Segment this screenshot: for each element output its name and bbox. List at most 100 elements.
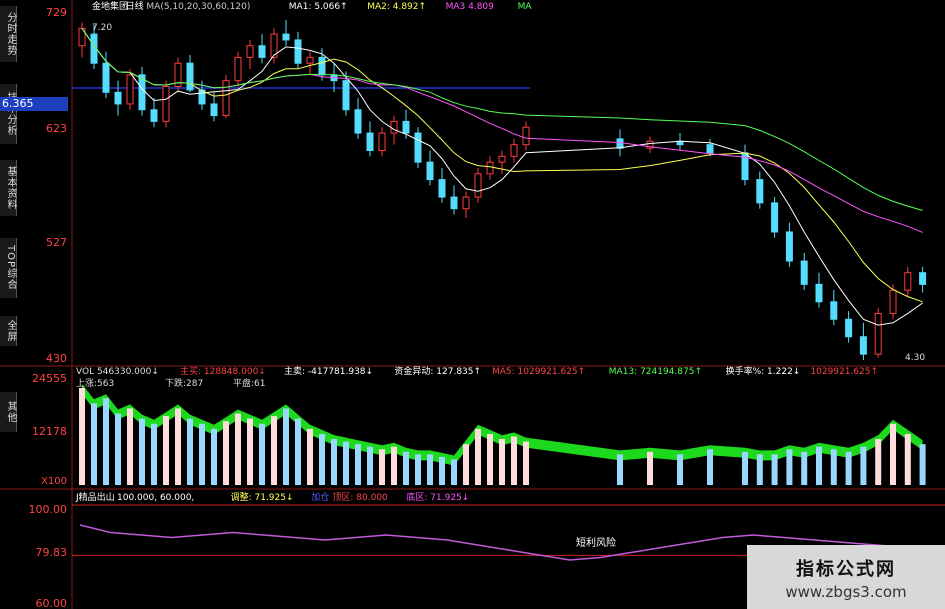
volume-bar: [786, 449, 793, 485]
price-header-item: MA: [518, 2, 533, 12]
volume-bar: [163, 416, 169, 485]
candle-body: [378, 132, 386, 152]
candle-body: [246, 45, 254, 58]
watermark-url: www.zbgs3.com: [785, 583, 907, 601]
volume-header-item: 资金异动: 127.835↑: [394, 365, 481, 377]
volume-bar: [307, 428, 313, 485]
volume-bar: [103, 398, 109, 485]
volume-bar: [890, 423, 896, 485]
volume-bar: [223, 421, 229, 485]
ma20-line: [81, 28, 923, 233]
indicator-axis-label: 79.83: [36, 546, 68, 559]
volume-axis-label: 12178: [32, 425, 67, 438]
volume-bar: [355, 444, 361, 485]
price-header-item: MA3 4.809: [446, 2, 495, 12]
price-header-item: MA1: 5.066↑: [289, 2, 348, 12]
market-breadth-item: 上涨:563: [76, 378, 114, 389]
tab-fundamentals[interactable]: 基本资料: [0, 160, 17, 216]
candle-body: [114, 91, 122, 105]
candle-body: [450, 196, 458, 210]
volume-bar: [647, 451, 653, 485]
volume-bar: [391, 446, 397, 485]
tab-technical-analysis[interactable]: 技术分析: [0, 84, 17, 144]
volume-bar: [247, 418, 253, 485]
candle-body: [426, 161, 434, 181]
candle-body: [919, 272, 927, 285]
volume-bar: [617, 454, 623, 485]
indicator-header-item: 调整: 71.925↓: [231, 491, 294, 503]
candle-body: [874, 312, 882, 355]
volume-bar: [187, 418, 193, 485]
volume-bar: [259, 423, 265, 485]
volume-axis-label: X100: [41, 476, 67, 487]
indicator-axis-label: 60.00: [36, 597, 68, 609]
candle-body: [904, 272, 912, 291]
stock-chart[interactable]: 729 623 527 430 7.20 4.30 金地集团日线 MA(5,10,20,30,…: [0, 0, 945, 609]
ma5-line: [81, 28, 923, 326]
volume-bar: [79, 388, 85, 485]
volume-bar: [151, 423, 157, 485]
price-axis-label: 430: [46, 352, 67, 365]
volume-bar: [295, 418, 301, 485]
tab-top-overview[interactable]: TOP综合: [0, 238, 17, 298]
candle-body: [474, 173, 482, 198]
candle-body: [210, 103, 218, 117]
volume-bar: [523, 441, 529, 485]
indicator-header-item: 加仓: [311, 491, 329, 503]
candle-body: [815, 283, 823, 303]
candle-body: [830, 301, 838, 320]
tab-other[interactable]: 其他: [0, 392, 17, 432]
indicator-header-item: J精品出山: [75, 491, 115, 503]
volume-bar: [211, 428, 217, 485]
volume-bar: [331, 439, 337, 485]
volume-bar: [463, 444, 469, 485]
volume-bar: [875, 439, 882, 485]
volume-bar: [830, 449, 837, 485]
volume-bar: [860, 446, 867, 485]
volume-bar: [319, 433, 325, 485]
price-header-item: MA2: 4.892↑: [367, 2, 426, 12]
volume-bar: [919, 444, 926, 485]
volume-bar: [283, 408, 289, 485]
volume-bar: [403, 451, 409, 485]
indicator-axis-label: 100.00: [29, 503, 68, 516]
candle-body: [306, 56, 314, 64]
volume-bar: [427, 454, 433, 485]
volume-bar: [439, 456, 445, 485]
price-header-item: 金地集团: [92, 0, 128, 12]
candle-body: [282, 33, 290, 41]
indicator-annotation: 短利风险: [576, 536, 616, 549]
candle-body: [150, 109, 158, 122]
volume-bar: [415, 454, 421, 485]
volume-bar: [91, 403, 97, 485]
candle-body: [771, 202, 779, 233]
price-axis-label: 527: [46, 236, 67, 249]
market-breadth-item: 平盘:61: [233, 377, 266, 389]
indicator-header-item: 100.000, 60.000,: [117, 493, 194, 503]
volume-header-item: 1029921.625↑: [810, 367, 878, 377]
candle-body: [186, 62, 194, 91]
watermark: 指标公式网 www.zbgs3.com: [747, 545, 945, 609]
volume-header-item: MA13: 724194.875↑: [609, 367, 702, 377]
candle-body: [800, 260, 808, 285]
candle-body: [414, 132, 422, 163]
volume-header-item: VOL 546330.000↓: [76, 367, 159, 377]
candle-body: [859, 336, 867, 355]
volume-bar: [742, 451, 748, 485]
volume-bar: [271, 416, 277, 485]
volume-bar: [771, 454, 778, 485]
current-price-tag: 6.365: [0, 97, 68, 111]
tab-fullscreen[interactable]: 全屏: [0, 316, 17, 346]
candle-body: [462, 196, 470, 210]
indicator-header-item: 顶区: 80.000: [332, 492, 388, 503]
tab-intraday[interactable]: 分时走势: [0, 6, 17, 62]
candle-body: [498, 155, 506, 163]
candle-body: [616, 138, 624, 149]
volume-bar: [801, 451, 808, 485]
volume-header-item: 换手率%: 1.222↓: [726, 365, 801, 377]
volume-bar: [235, 413, 241, 485]
candle-body: [354, 109, 362, 134]
candle-body: [845, 318, 853, 338]
candle-body: [222, 80, 230, 117]
volume-bar: [343, 441, 349, 485]
